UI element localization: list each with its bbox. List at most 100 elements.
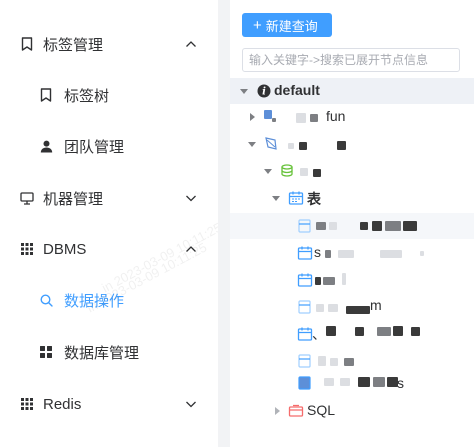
menu-label: 标签树 <box>64 87 110 105</box>
caret-down-icon[interactable] <box>239 86 249 96</box>
menu-label: 数据库管理 <box>64 344 140 362</box>
table-icon <box>298 354 311 368</box>
redacted-text <box>411 327 420 336</box>
menu-machine-management[interactable]: 机器管理 <box>0 173 218 223</box>
redacted-text <box>346 306 370 314</box>
tree-node-label: SQL <box>307 402 336 418</box>
tree-search-input[interactable] <box>242 48 460 72</box>
redacted-text <box>299 142 307 150</box>
redacted-text <box>315 277 321 285</box>
tree-node-label: s <box>397 375 404 391</box>
tree-node-table[interactable] <box>230 267 474 293</box>
redacted-text <box>288 143 294 149</box>
redacted-text <box>342 273 346 285</box>
tree-node-table[interactable]: 、 <box>230 321 474 347</box>
menu-tag-tree[interactable]: 标签树 <box>0 70 218 120</box>
redacted-text <box>380 250 402 258</box>
info-icon: i <box>257 84 271 98</box>
tree-node-label: 、 <box>312 326 326 342</box>
sql-folder-icon <box>288 404 304 417</box>
sidebar: 标签管理 标签树 团队管理 机器管理 DBMS 数据操作 数据库管理 Redis… <box>0 0 224 447</box>
redacted-icon <box>264 110 272 119</box>
redacted-text <box>329 222 337 230</box>
menu-label: Redis <box>43 395 82 413</box>
grid-icon <box>20 397 34 411</box>
tree-node-label: fun <box>326 108 346 124</box>
redacted-text <box>377 327 391 336</box>
menu-label: DBMS <box>43 240 87 258</box>
tree-node-connection[interactable] <box>230 131 474 157</box>
redacted-text <box>358 377 370 387</box>
redacted-text <box>355 327 364 336</box>
caret-right-icon[interactable] <box>247 112 257 122</box>
caret-down-icon[interactable] <box>247 139 257 149</box>
redacted-text <box>393 326 403 336</box>
redacted-text <box>337 141 346 150</box>
user-icon <box>39 139 53 153</box>
tree-node-sql-folder[interactable]: SQL <box>230 398 474 424</box>
redacted-text <box>360 222 368 230</box>
redacted-text <box>323 277 335 285</box>
main-area: + 新建查询 i default fun <box>84 0 474 447</box>
menu-label: 数据操作 <box>64 292 125 310</box>
svg-text:i: i <box>262 87 266 98</box>
chevron-up-icon <box>186 41 196 47</box>
tree-node-schema[interactable] <box>230 158 474 184</box>
bookmark-icon <box>39 88 53 102</box>
menu-team-management[interactable]: 团队管理 <box>0 121 218 171</box>
redacted-text <box>385 221 401 231</box>
redacted-text <box>316 222 326 230</box>
menu-redis[interactable]: Redis <box>0 379 218 429</box>
new-query-label: 新建查询 <box>265 18 318 34</box>
tree-node-table[interactable] <box>230 213 474 239</box>
caret-right-icon[interactable] <box>272 406 282 416</box>
tree-node-table[interactable]: s <box>230 370 474 396</box>
plus-icon: + <box>253 16 262 34</box>
redacted-text <box>330 358 338 366</box>
redacted-text <box>344 358 354 366</box>
bookmark-icon <box>20 37 34 51</box>
new-query-button[interactable]: + 新建查询 <box>242 13 332 37</box>
menu-label: 标签管理 <box>43 36 104 54</box>
redacted-text <box>318 356 326 366</box>
tree-node-table[interactable]: s <box>230 240 474 266</box>
caret-down-icon[interactable] <box>263 166 273 176</box>
database-connection-icon <box>265 137 277 150</box>
calendar-icon <box>288 191 304 205</box>
calendar-icon <box>297 246 313 260</box>
tree-node-table[interactable]: m <box>230 294 474 320</box>
menu-tag-management[interactable]: 标签管理 <box>0 19 218 69</box>
redacted-text <box>325 250 331 258</box>
redacted-text <box>296 113 306 123</box>
redacted-text <box>420 251 424 256</box>
redacted-text <box>310 114 318 122</box>
chevron-up-icon <box>186 246 196 252</box>
tree-node-label: m <box>370 297 382 313</box>
table-icon <box>298 219 311 233</box>
database-icon <box>281 164 293 177</box>
apps-icon <box>39 345 53 359</box>
redacted-text <box>340 378 350 386</box>
redacted-text <box>272 118 276 122</box>
tree-node-table-folder[interactable]: 表 <box>230 185 474 211</box>
db-tree-panel: + 新建查询 i default fun <box>84 0 474 447</box>
calendar-icon <box>297 327 313 341</box>
menu-database-management[interactable]: 数据库管理 <box>0 327 218 377</box>
table-icon <box>298 376 311 390</box>
redacted-text <box>324 378 334 386</box>
monitor-icon <box>20 191 34 205</box>
menu-dbms[interactable]: DBMS <box>0 224 218 274</box>
menu-data-operation[interactable]: 数据操作 <box>0 275 218 325</box>
redacted-text <box>328 304 338 312</box>
chevron-down-icon <box>186 401 196 408</box>
menu-label: 机器管理 <box>43 190 104 208</box>
redacted-text <box>316 304 324 312</box>
tree-node-root[interactable]: i default <box>230 78 474 104</box>
redacted-text <box>372 221 382 231</box>
search-icon <box>39 293 53 307</box>
grid-icon <box>20 242 34 256</box>
redacted-text <box>373 377 385 387</box>
tree-node-instance[interactable]: fun <box>230 104 474 130</box>
table-icon <box>298 300 311 314</box>
caret-down-icon[interactable] <box>271 193 281 203</box>
